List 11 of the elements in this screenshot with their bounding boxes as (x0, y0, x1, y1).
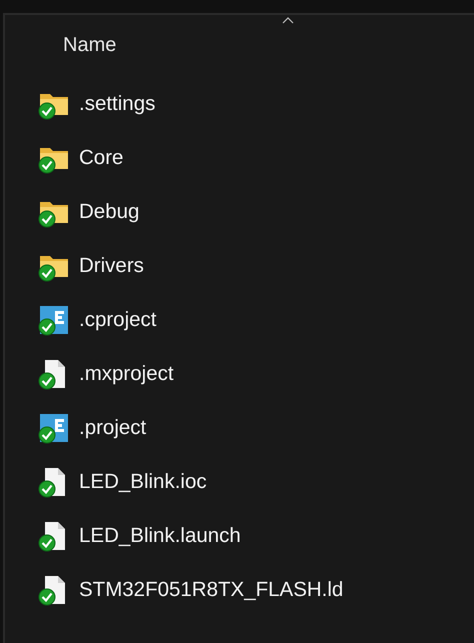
file-name[interactable]: STM32F051R8TX_FLASH.ld (79, 574, 344, 606)
file-name[interactable]: Drivers (79, 250, 144, 282)
file-name[interactable]: .project (79, 412, 146, 444)
name-column-header[interactable]: Name (63, 30, 116, 60)
file-name[interactable]: LED_Blink.ioc (79, 466, 207, 498)
file-name[interactable]: .mxproject (79, 358, 174, 390)
file-name[interactable]: LED_Blink.launch (79, 520, 241, 552)
file-name[interactable]: .settings (79, 88, 156, 120)
file-name[interactable]: .cproject (79, 304, 156, 336)
file-name[interactable]: Core (79, 142, 124, 174)
file-name[interactable]: Debug (79, 196, 140, 228)
